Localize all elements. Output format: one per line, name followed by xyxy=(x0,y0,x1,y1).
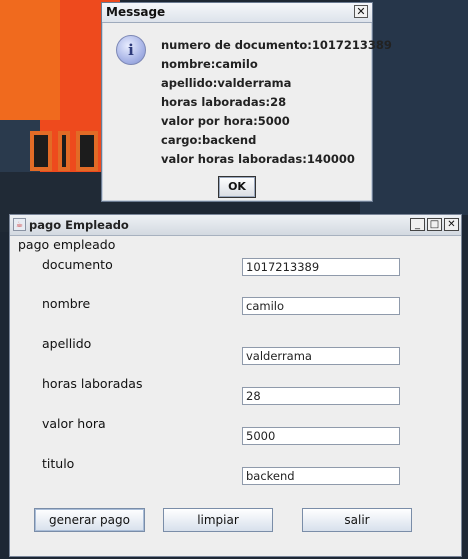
limpiar-button[interactable]: limpiar xyxy=(163,508,273,532)
message-titlebar[interactable]: Message ✕ xyxy=(102,3,372,23)
documento-label: documento xyxy=(42,257,113,272)
pago-empleado-window: ☕ pago Empleado _ □ ✕ pago empleado docu… xyxy=(9,214,462,557)
salir-button[interactable]: salir xyxy=(302,508,412,532)
message-dialog: Message ✕ i numero de documento:10172133… xyxy=(101,2,392,202)
minimize-button[interactable]: _ xyxy=(410,218,425,231)
section-title: pago empleado xyxy=(18,237,116,252)
horas-laboradas-field[interactable] xyxy=(242,387,400,405)
valor-hora-label: valor hora xyxy=(42,416,106,431)
titulo-field[interactable] xyxy=(242,467,400,485)
maximize-button[interactable]: □ xyxy=(427,218,442,231)
message-title: Message xyxy=(106,5,166,19)
nombre-label: nombre xyxy=(42,296,91,311)
nombre-field[interactable] xyxy=(242,297,400,315)
ok-button[interactable]: OK xyxy=(218,176,256,198)
documento-field[interactable] xyxy=(242,258,400,276)
message-line-document: numero de documento:1017213389 xyxy=(161,38,392,52)
desktop-wallpaper-light xyxy=(0,0,60,120)
generar-pago-button[interactable]: generar pago xyxy=(34,508,145,532)
horas-laboradas-label: horas laboradas xyxy=(42,376,143,391)
apellido-label: apellido xyxy=(42,336,92,351)
message-line-surname: apellido:valderrama xyxy=(161,76,292,90)
message-line-role: cargo:backend xyxy=(161,133,257,147)
info-icon: i xyxy=(116,35,146,65)
window-titlebar[interactable]: ☕ pago Empleado _ □ ✕ xyxy=(10,215,461,236)
window-title: pago Empleado xyxy=(29,218,129,232)
message-body: numero de documento:1017213389 nombre:ca… xyxy=(161,38,392,171)
message-line-name: nombre:camilo xyxy=(161,57,258,71)
apellido-field[interactable] xyxy=(242,347,400,365)
valor-hora-field[interactable] xyxy=(242,427,400,445)
message-line-hours: horas laboradas:28 xyxy=(161,95,287,109)
message-line-total: valor horas laboradas:140000 xyxy=(161,152,355,166)
desktop-logo xyxy=(30,131,110,171)
java-icon: ☕ xyxy=(13,218,26,231)
message-line-rate: valor por hora:5000 xyxy=(161,114,290,128)
message-close-button[interactable]: ✕ xyxy=(354,5,368,18)
titulo-label: titulo xyxy=(42,456,75,471)
window-close-button[interactable]: ✕ xyxy=(444,218,459,231)
